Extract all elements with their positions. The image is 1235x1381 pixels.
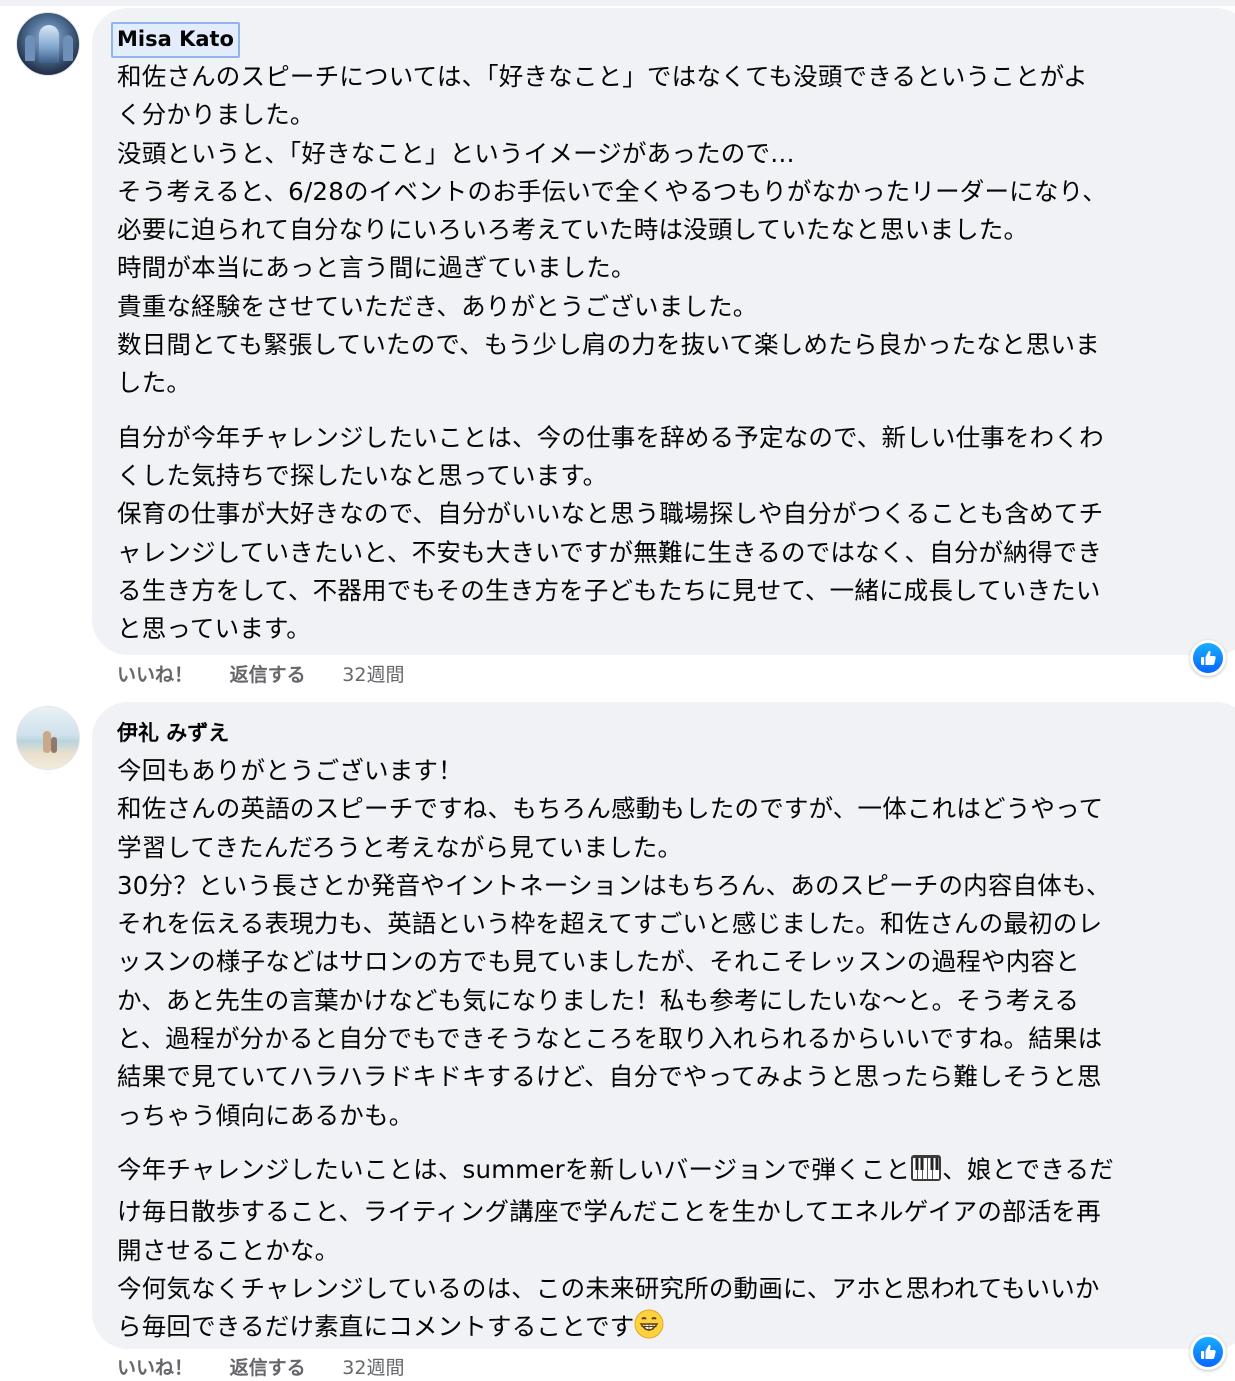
- comment-bubble: Misa Kato 和佐さんのスピーチについては、「好きなこと」ではなくても没頭…: [92, 8, 1235, 655]
- grinning-emoji-icon: [634, 1309, 664, 1350]
- comment-author-name[interactable]: 伊礼 みずえ: [117, 721, 229, 745]
- comment-timestamp[interactable]: 32週間: [342, 662, 404, 688]
- top-divider: [0, 0, 1235, 6]
- avatar[interactable]: [16, 12, 80, 76]
- reaction-badge[interactable]: [1190, 640, 1226, 676]
- reaction-badge[interactable]: [1190, 1334, 1226, 1370]
- like-icon: [1201, 1344, 1216, 1359]
- like-button[interactable]: いいね！: [117, 662, 193, 688]
- piano-emoji-icon: [910, 1154, 942, 1193]
- like-icon: [1201, 650, 1216, 665]
- comment-text-paragraph: 自分が今年チャレンジしたいことは、今の仕事を辞める予定なので、新しい仕事をわくわ…: [117, 422, 1104, 644]
- comment-bubble: 伊礼 みずえ 今回もありがとうございます！ 和佐さんの英語のスピーチですね、もち…: [92, 702, 1235, 1349]
- avatar[interactable]: [16, 706, 80, 770]
- comment-author-name[interactable]: Misa Kato: [111, 22, 240, 58]
- comment-text-segment: 今年チャレンジしたいことは、summerを新しいバージョンで弾くこと: [117, 1154, 911, 1184]
- comment-actions: いいね！ 返信する 32週間: [117, 662, 434, 688]
- reply-button[interactable]: 返信する: [230, 662, 306, 688]
- comment-text-paragraph: 今回もありがとうございます！ 和佐さんの英語のスピーチですね、もちろん感動もした…: [117, 756, 1111, 1130]
- comment-timestamp[interactable]: 32週間: [342, 1355, 404, 1381]
- comment-actions: いいね！ 返信する 32週間: [117, 1355, 434, 1381]
- comment-text-paragraph: 今年チャレンジしたいことは、summerを新しいバージョンで弾くこと 、娘とできる…: [117, 1151, 1227, 1350]
- like-button[interactable]: いいね！: [117, 1355, 193, 1381]
- reply-button[interactable]: 返信する: [230, 1355, 306, 1381]
- comment-text-paragraph: 和佐さんのスピーチについては、「好きなこと」ではなくても没頭できるということがよ…: [117, 62, 1108, 398]
